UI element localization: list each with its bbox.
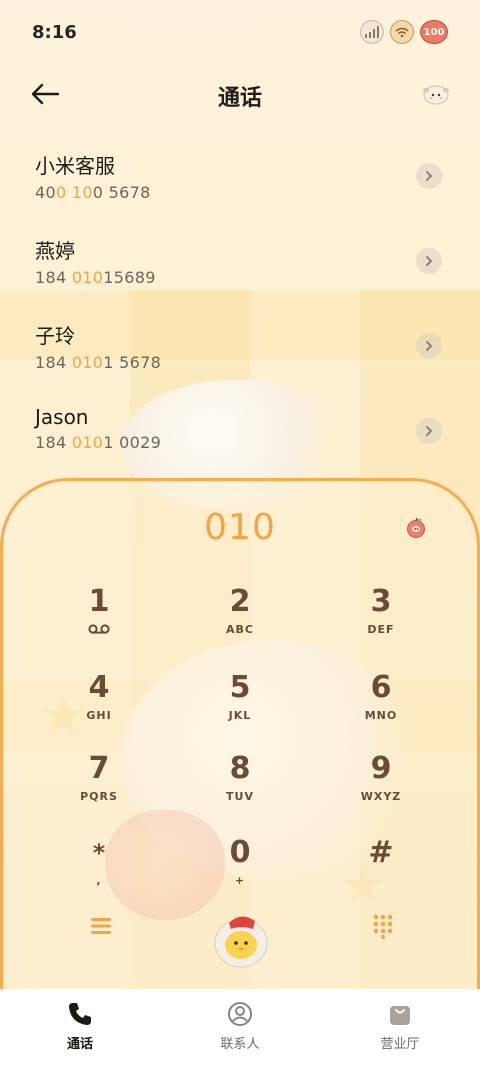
dial-key-4[interactable]: 4 GHI xyxy=(39,671,159,751)
chevron-right-icon xyxy=(426,341,433,351)
chevron-right-icon xyxy=(426,426,433,436)
chevron-right-icon xyxy=(426,171,433,181)
sheep-icon xyxy=(423,85,449,105)
status-bar: 8:16 100 xyxy=(0,0,480,68)
chick-call-icon xyxy=(214,916,268,968)
apple-icon xyxy=(407,517,425,538)
battery-icon: 100 xyxy=(420,20,448,44)
recent-call-item[interactable]: 小米客服 400 100 5678 xyxy=(0,140,480,225)
header: 通话 xyxy=(0,70,480,120)
recent-calls-list: 小米客服 400 100 5678 燕婷 184 01015689 子玲 184… xyxy=(0,140,480,480)
detail-button[interactable] xyxy=(416,333,442,359)
dial-key-hash[interactable]: # xyxy=(321,836,441,916)
contact-icon xyxy=(228,1002,252,1026)
contact-name: 子玲 xyxy=(35,324,75,348)
contact-number: 184 01015689 xyxy=(35,268,156,287)
recent-call-item[interactable]: 燕婷 184 01015689 xyxy=(0,225,480,310)
dialpad-grid-icon xyxy=(373,914,393,939)
tab-calls-label: 通话 xyxy=(66,1037,93,1052)
tab-contacts-label: 联系人 xyxy=(220,1037,260,1052)
dialpad-panel: 010 1 2 ABC 3 DEF 4 GHI 5 JKL 6 MNO 7 PQ… xyxy=(0,478,480,998)
dial-key-8[interactable]: 8 TUV xyxy=(180,752,300,832)
tab-contacts[interactable]: 联系人 xyxy=(160,989,320,1067)
dial-key-3[interactable]: 3 DEF xyxy=(321,585,441,665)
detail-button[interactable] xyxy=(416,248,442,274)
wifi-icon xyxy=(390,20,414,44)
dial-key-star[interactable]: * , xyxy=(39,836,159,916)
contact-number: 400 100 5678 xyxy=(35,183,151,202)
contact-name: 小米客服 xyxy=(35,154,115,178)
contact-number: 184 0101 0029 xyxy=(35,433,162,452)
theme-sheep-button[interactable] xyxy=(422,82,450,106)
detail-button[interactable] xyxy=(416,163,442,189)
dial-key-5[interactable]: 5 JKL xyxy=(180,671,300,751)
dial-key-1[interactable]: 1 xyxy=(39,585,159,665)
tab-calls[interactable]: 通话 xyxy=(0,989,160,1067)
dial-key-0[interactable]: 0 + xyxy=(180,836,300,916)
page-title: 通话 xyxy=(217,86,262,111)
apple-theme-button[interactable] xyxy=(405,517,427,539)
menu-icon xyxy=(91,918,111,934)
dial-key-2[interactable]: 2 ABC xyxy=(180,585,300,665)
detail-button[interactable] xyxy=(416,418,442,444)
recent-call-item[interactable]: Jason 184 0101 0029 xyxy=(0,395,480,480)
menu-button[interactable] xyxy=(89,915,113,937)
status-icons: 100 xyxy=(360,20,448,44)
status-time: 8:16 xyxy=(32,22,77,43)
dial-key-7[interactable]: 7 PQRS xyxy=(39,752,159,832)
phone-icon xyxy=(69,1003,91,1025)
dial-key-6[interactable]: 6 MNO xyxy=(321,671,441,751)
contact-name: 燕婷 xyxy=(35,239,75,263)
tab-store-label: 营业厅 xyxy=(380,1037,420,1052)
chevron-right-icon xyxy=(426,256,433,266)
recent-call-item[interactable]: 子玲 184 0101 5678 xyxy=(0,310,480,395)
dialpad-toggle-button[interactable] xyxy=(371,913,395,939)
contact-number: 184 0101 5678 xyxy=(35,353,162,372)
bottom-nav: 通话 联系人 营业厅 xyxy=(0,989,480,1067)
signal-icon xyxy=(360,20,384,44)
tab-store[interactable]: 营业厅 xyxy=(320,989,480,1067)
store-bag-icon xyxy=(390,1006,410,1025)
dial-key-9[interactable]: 9 WXYZ xyxy=(321,752,441,832)
call-button[interactable] xyxy=(211,905,271,969)
voicemail-icon xyxy=(88,624,110,634)
contact-name: Jason xyxy=(35,405,89,429)
